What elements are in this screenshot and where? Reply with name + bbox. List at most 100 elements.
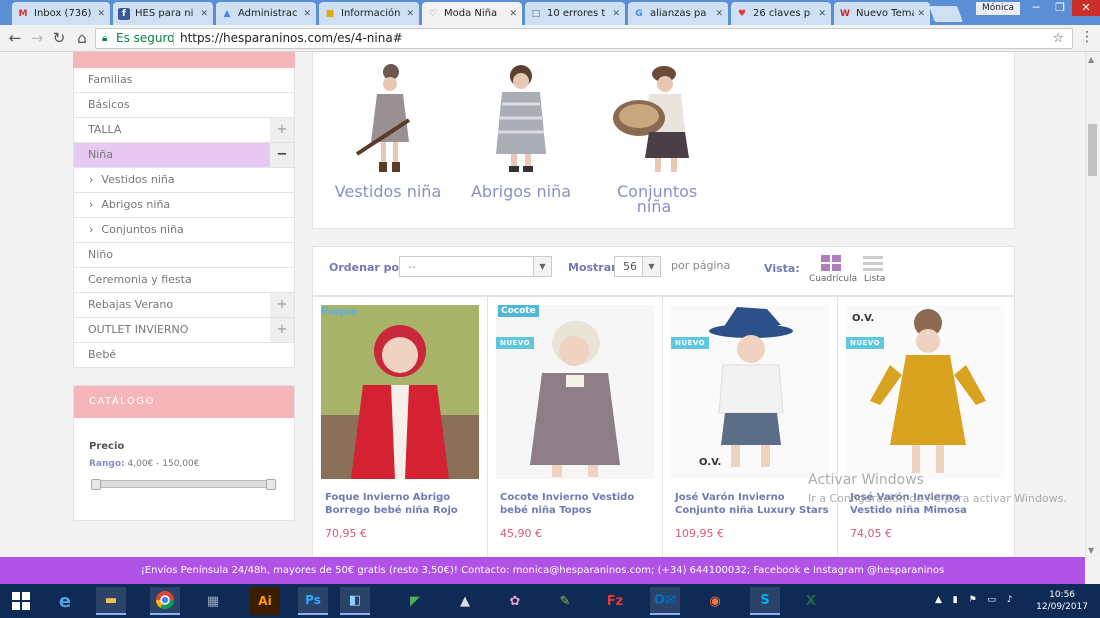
bookmark-star-icon[interactable]: ☆ — [1052, 29, 1064, 48]
file-explorer-icon[interactable]: ▬ — [96, 587, 126, 615]
outlook-icon[interactable]: O✉ — [650, 587, 680, 615]
scrollbar-thumb[interactable] — [1088, 124, 1097, 176]
skype-icon[interactable]: S — [750, 587, 780, 615]
subcategory-vestidos-nina[interactable]: Vestidos niña — [313, 62, 463, 200]
tab-nuevo-tema[interactable]: W Nuevo Tema ✕ — [834, 2, 930, 25]
inkscape-icon[interactable]: ▲ — [450, 587, 480, 615]
product-name[interactable]: Cocote Invierno Vestido bebé niña Topos — [500, 491, 655, 517]
expand-icon[interactable]: + — [270, 318, 294, 342]
internet-explorer-icon[interactable]: e — [50, 587, 80, 615]
sidebar-item-label: Básicos — [88, 98, 130, 111]
close-window-icon[interactable]: ✕ — [1072, 0, 1100, 16]
reload-icon[interactable]: ↻ — [50, 29, 68, 47]
product-card[interactable]: O.V. NUEVO José Varón Invierno Vestido n… — [838, 297, 1013, 557]
app-window-icon[interactable]: ◧ — [340, 587, 370, 615]
product-card[interactable]: Foque Foque Invierno Abrigo Borrego bebé… — [313, 297, 488, 557]
tab-alianzas[interactable]: G alianzas pa ✕ — [628, 2, 728, 25]
back-icon[interactable]: ← — [6, 29, 24, 47]
sidebar-item-rebajas-verano[interactable]: Rebajas Verano + — [73, 293, 295, 318]
subcategory-label[interactable]: Abrigos niña — [446, 184, 596, 200]
slider-min-handle[interactable] — [91, 479, 101, 490]
close-tab-icon[interactable]: ✕ — [200, 9, 208, 19]
greenshot-icon[interactable]: ◤ — [400, 587, 430, 615]
subcategory-label[interactable]: Vestidos niña — [313, 184, 463, 200]
product-image[interactable]: O.V. — [846, 305, 1004, 479]
tab-10-errores[interactable]: □ 10 errores t ✕ — [525, 2, 625, 25]
slider-max-handle[interactable] — [266, 479, 276, 490]
system-tray[interactable]: ▲ ▮ ⚑ ▭ ♪ — [935, 595, 1017, 605]
expand-icon[interactable]: + — [270, 293, 294, 317]
product-name[interactable]: Foque Invierno Abrigo Borrego bebé niña … — [325, 491, 480, 517]
grid-view-icon[interactable] — [821, 255, 841, 272]
excel-icon[interactable]: X — [796, 587, 826, 615]
category-sidebar: Familias Básicos TALLA + Niña − › Vestidos … — [73, 52, 295, 368]
product-image[interactable] — [321, 305, 479, 479]
sidebar-item-ceremonia[interactable]: Ceremonia y fiesta — [73, 268, 295, 293]
tab-adwords[interactable]: ▲ Administrac ✕ — [216, 2, 316, 25]
close-tab-icon[interactable]: ✕ — [509, 9, 517, 19]
tab-gmail[interactable]: M Inbox (736) ✕ — [12, 2, 110, 25]
subcategory-label[interactable]: Conjuntos niña — [579, 184, 729, 215]
close-tab-icon[interactable]: ✕ — [406, 9, 414, 19]
close-tab-icon[interactable]: ✕ — [715, 9, 723, 19]
sidebar-item-bebe[interactable]: Bebé — [73, 343, 295, 368]
home-icon[interactable]: ⌂ — [73, 29, 91, 47]
close-tab-icon[interactable]: ✕ — [818, 9, 826, 19]
tab-moda-nina[interactable]: ♡ Moda Niña ✕ — [422, 2, 522, 25]
tab-informacion[interactable]: ■ Información ✕ — [319, 2, 419, 25]
calculator-icon[interactable]: ▦ — [198, 587, 228, 615]
chrome-icon[interactable] — [150, 587, 180, 615]
sort-by-select[interactable]: -- ▼ — [399, 256, 552, 277]
expand-icon[interactable]: + — [270, 118, 294, 142]
product-image[interactable]: O.V. — [671, 305, 829, 479]
close-tab-icon[interactable]: ✕ — [917, 9, 925, 19]
filezilla-icon[interactable]: Fz — [600, 587, 630, 615]
taskbar-clock[interactable]: 10:56 12/09/2017 — [1036, 589, 1088, 613]
items-per-page-select[interactable]: 56 ▼ — [614, 256, 661, 277]
url-text[interactable]: https://hesparaninos.com/es/4-nina# — [180, 29, 403, 48]
sidebar-item-vestidos-nina[interactable]: › Vestidos niña — [73, 168, 295, 193]
photoshop-icon[interactable]: Ps — [298, 587, 328, 615]
illustrator-icon[interactable]: Ai — [250, 587, 280, 615]
sidebar-item-nina[interactable]: Niña − — [73, 143, 295, 168]
forward-icon[interactable]: → — [28, 29, 46, 47]
sidebar-item-basicos[interactable]: Básicos — [73, 93, 295, 118]
sidebar-item-abrigos-nina[interactable]: › Abrigos niña — [73, 193, 295, 218]
product-card[interactable]: O.V. NUEVO José Varón Invierno Conjunto … — [663, 297, 838, 557]
url-input[interactable]: 🔒︎ Es seguro https://hesparaninos.com/es… — [95, 28, 1073, 49]
price-range-slider[interactable] — [91, 479, 276, 490]
windows-start-icon[interactable] — [6, 587, 36, 615]
maximize-icon[interactable]: ❐ — [1046, 0, 1074, 16]
sidebar-item-talla[interactable]: TALLA + — [73, 118, 295, 143]
new-tab-button[interactable] — [929, 6, 963, 22]
product-name[interactable]: José Varón Invierno Conjunto niña Luxury… — [675, 491, 830, 517]
firefox-icon[interactable]: ◉ — [700, 587, 730, 615]
close-tab-icon[interactable]: ✕ — [303, 9, 311, 19]
product-image[interactable] — [496, 305, 654, 479]
conjuntos-nina-image — [613, 66, 689, 172]
chrome-menu-icon[interactable]: ⋮ — [1080, 29, 1094, 45]
grid-view-label[interactable]: Cuadrícula — [809, 274, 857, 284]
scroll-down-icon[interactable]: ▼ — [1088, 546, 1094, 555]
tab-26-claves[interactable]: ♥ 26 claves p ✕ — [731, 2, 831, 25]
list-view-icon[interactable] — [863, 255, 883, 272]
collapse-icon[interactable]: − — [270, 143, 294, 167]
close-tab-icon[interactable]: ✕ — [97, 9, 105, 19]
sidebar-item-conjuntos-nina[interactable]: › Conjuntos niña — [73, 218, 295, 243]
scroll-up-icon[interactable]: ▲ — [1088, 55, 1094, 64]
sidebar-item-nino[interactable]: Niño — [73, 243, 295, 268]
sidebar-item-familias[interactable]: Familias — [73, 68, 295, 93]
list-view-label[interactable]: Lista — [864, 274, 885, 284]
profile-button[interactable]: Mónica — [976, 2, 1020, 15]
subcategory-abrigos-nina[interactable]: Abrigos niña — [446, 62, 596, 200]
tab-facebook[interactable]: f HES para ni ✕ — [113, 2, 213, 25]
notepad-plus-icon[interactable]: ✎ — [550, 587, 580, 615]
subcategory-conjuntos-nina[interactable]: Conjuntos niña — [579, 62, 729, 215]
close-tab-icon[interactable]: ✕ — [612, 9, 620, 19]
paint-icon[interactable]: ✿ — [500, 587, 530, 615]
range-label: Rango: — [89, 459, 125, 469]
product-card[interactable]: Cocote NUEVO Cocote Invierno Vestido beb… — [488, 297, 663, 557]
document-icon: □ — [531, 8, 541, 19]
tab-title: Información — [341, 8, 401, 19]
sidebar-item-outlet-invierno[interactable]: OUTLET INVIERNO + — [73, 318, 295, 343]
